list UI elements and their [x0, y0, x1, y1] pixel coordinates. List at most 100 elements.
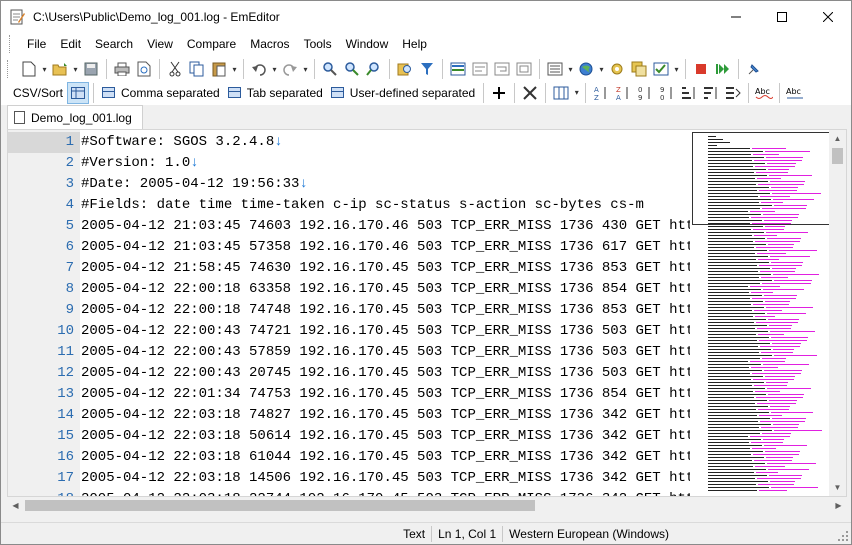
menu-view[interactable]: View [140, 32, 180, 56]
horizontal-scrollbar[interactable]: ◀ ▶ [7, 497, 847, 514]
find-previous-button[interactable] [363, 58, 385, 80]
size-grip-icon[interactable] [837, 530, 849, 542]
cut-button[interactable] [164, 58, 186, 80]
undo-dropdown[interactable]: ▾ [270, 58, 279, 80]
find-in-files-button[interactable] [394, 58, 416, 80]
editor-line[interactable]: 10 2005-04-12 22:00:43 74721 192.16.170.4… [8, 321, 690, 342]
plugins-button[interactable] [628, 58, 650, 80]
wrap-page-button[interactable] [513, 58, 535, 80]
print-button[interactable] [111, 58, 133, 80]
editor-line[interactable]: 5 2005-04-12 21:03:45 74603 192.16.170.46… [8, 216, 690, 237]
select-mode-dropdown[interactable]: ▾ [672, 58, 681, 80]
filter-button[interactable] [416, 58, 438, 80]
scroll-up-button[interactable]: ▲ [829, 130, 846, 147]
encoding-dropdown[interactable]: ▾ [597, 58, 606, 80]
menu-grip[interactable] [9, 35, 12, 53]
insert-column-button[interactable] [488, 82, 510, 104]
configuration-button[interactable] [544, 58, 566, 80]
text-lines[interactable]: 1 #Software: SGOS 3.2.4.8↓ 2 #Version: 1.0↓… [8, 132, 690, 496]
wrap-window-button[interactable] [491, 58, 513, 80]
editor-line[interactable]: 9 2005-04-12 22:00:18 74748 192.16.170.45… [8, 300, 690, 321]
editor-line[interactable]: 14 2005-04-12 22:03:18 74827 192.16.170.4… [8, 405, 690, 426]
sort-length-ascending-button[interactable] [678, 82, 700, 104]
menu-search[interactable]: Search [88, 32, 140, 56]
menu-compare[interactable]: Compare [180, 32, 243, 56]
undo-button[interactable] [248, 58, 270, 80]
wrap-none-button[interactable] [469, 58, 491, 80]
minimap[interactable] [690, 130, 830, 496]
editor-line[interactable]: 6 2005-04-12 21:03:45 57358 192.16.170.46… [8, 237, 690, 258]
sort-numeric-descending-button[interactable]: 90 [656, 82, 678, 104]
columns-dropdown[interactable]: ▾ [572, 82, 581, 104]
close-button[interactable] [805, 1, 851, 32]
scroll-down-button[interactable]: ▼ [829, 479, 846, 496]
open-file-button[interactable] [49, 58, 71, 80]
sort-numeric-ascending-button[interactable]: 09 [634, 82, 656, 104]
editor-line[interactable]: 7 2005-04-12 21:58:45 74630 192.16.170.45… [8, 258, 690, 279]
menu-macros[interactable]: Macros [243, 32, 296, 56]
save-button[interactable] [80, 58, 102, 80]
csv-normal-mode-button[interactable] [67, 81, 90, 104]
redo-button[interactable] [279, 58, 301, 80]
editor-line[interactable]: 15 2005-04-12 22:03:18 50614 192.16.170.4… [8, 426, 690, 447]
copy-button[interactable] [186, 58, 208, 80]
stop-macro-button[interactable] [690, 58, 712, 80]
user-defined-separated-button[interactable]: User-defined separated [327, 82, 479, 104]
menu-file[interactable]: File [20, 32, 53, 56]
vertical-scroll-thumb[interactable] [832, 148, 843, 164]
columns-button[interactable] [550, 82, 572, 104]
editor-line[interactable]: 4 #Fields: date time time-taken c-ip sc-s… [8, 195, 690, 216]
editor-line[interactable]: 11 2005-04-12 22:00:43 57859 192.16.170.4… [8, 342, 690, 363]
status-encoding[interactable]: Western European (Windows) [502, 525, 675, 542]
run-macro-button[interactable] [712, 58, 734, 80]
new-file-dropdown[interactable]: ▾ [40, 58, 49, 80]
comma-separated-button[interactable]: Comma separated [98, 82, 224, 104]
find-button[interactable] [319, 58, 341, 80]
status-position[interactable]: Ln 1, Col 1 [431, 525, 502, 542]
pin-button[interactable] [743, 58, 765, 80]
editor-line[interactable]: 2 #Version: 1.0↓ [8, 153, 690, 174]
menu-edit[interactable]: Edit [53, 32, 88, 56]
paste-dropdown[interactable]: ▾ [230, 58, 239, 80]
editor-line[interactable]: 8 2005-04-12 22:00:18 63358 192.16.170.45… [8, 279, 690, 300]
select-mode-button[interactable] [650, 58, 672, 80]
paste-button[interactable] [208, 58, 230, 80]
minimize-button[interactable] [713, 1, 759, 32]
spell-options-button[interactable]: Abc [784, 82, 806, 104]
horizontal-scroll-thumb[interactable] [25, 500, 535, 511]
editor-line[interactable]: 17 2005-04-12 22:03:18 14506 192.16.170.4… [8, 468, 690, 489]
scroll-right-button[interactable]: ▶ [830, 497, 847, 514]
emeditor-app-icon[interactable] [9, 9, 25, 25]
scroll-left-button[interactable]: ◀ [7, 497, 24, 514]
encoding-button[interactable] [575, 58, 597, 80]
sort-z-a-button[interactable]: ZA [612, 82, 634, 104]
editor-area[interactable]: 1 #Software: SGOS 3.2.4.8↓ 2 #Version: 1.0↓… [7, 129, 847, 497]
customize-button[interactable] [606, 58, 628, 80]
configuration-dropdown[interactable]: ▾ [566, 58, 575, 80]
vertical-scrollbar[interactable]: ▲ ▼ [829, 130, 846, 496]
csv-tools-button[interactable] [519, 82, 541, 104]
menu-help[interactable]: Help [395, 32, 434, 56]
editor-line[interactable]: 13 2005-04-12 22:01:34 74753 192.16.170.4… [8, 384, 690, 405]
title-bar[interactable]: C:\Users\Public\Demo_log_001.log - EmEdi… [1, 1, 851, 32]
editor-line[interactable]: 1 #Software: SGOS 3.2.4.8↓ [8, 132, 690, 153]
editor-line[interactable]: 18 2005-04-12 22:03:18 22744 192.16.170.4… [8, 489, 690, 496]
tab-separated-button[interactable]: Tab separated [224, 82, 327, 104]
sort-undo-button[interactable] [722, 82, 744, 104]
outline-button[interactable] [447, 58, 469, 80]
sort-length-descending-button[interactable] [700, 82, 722, 104]
menu-window[interactable]: Window [339, 32, 396, 56]
find-next-button[interactable] [341, 58, 363, 80]
new-file-button[interactable] [18, 58, 40, 80]
print-preview-button[interactable] [133, 58, 155, 80]
editor-line[interactable]: 16 2005-04-12 22:03:18 61044 192.16.170.4… [8, 447, 690, 468]
menu-tools[interactable]: Tools [297, 32, 339, 56]
maximize-button[interactable] [759, 1, 805, 32]
toolbar-grip[interactable] [7, 60, 10, 78]
editor-line[interactable]: 12 2005-04-12 22:00:43 20745 192.16.170.4… [8, 363, 690, 384]
redo-dropdown[interactable]: ▾ [301, 58, 310, 80]
spell-check-button[interactable]: Abc [753, 82, 775, 104]
status-mode[interactable]: Text [397, 526, 431, 542]
sort-a-z-button[interactable]: AZ [590, 82, 612, 104]
open-file-dropdown[interactable]: ▾ [71, 58, 80, 80]
